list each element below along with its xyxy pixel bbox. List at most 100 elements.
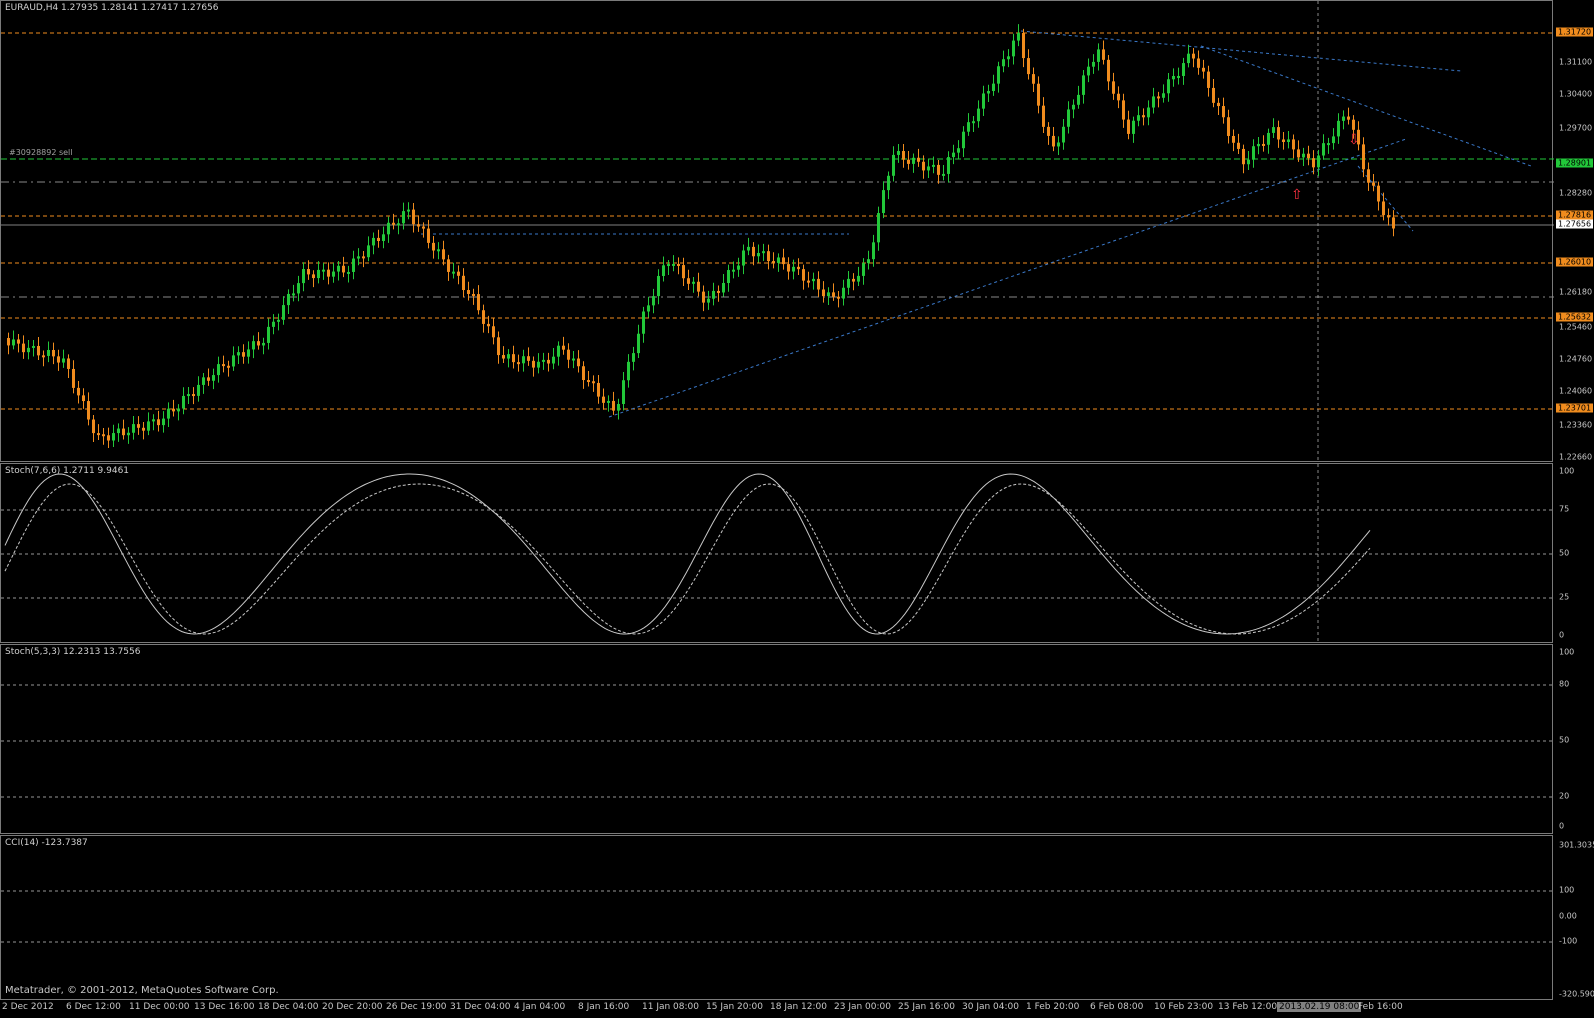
candle [647, 305, 650, 312]
time-tick: 25 Jan 16:00 [898, 1002, 955, 1012]
stoch1-pane[interactable]: Stoch(7,6,6) 1.2711 9.9461 [0, 463, 1554, 644]
candle [652, 296, 655, 306]
candle [292, 293, 295, 296]
candle [327, 269, 330, 277]
candle [1142, 115, 1145, 118]
candle [307, 269, 310, 275]
candle [72, 368, 75, 388]
chart-header: EURAUD,H4 1.27935 1.28141 1.27417 1.2765… [5, 3, 219, 13]
time-tick: 6 Feb 08:00 [1090, 1002, 1144, 1012]
candle [697, 281, 700, 292]
candle [612, 400, 615, 411]
candle [1167, 79, 1170, 94]
time-tick: 13 Dec 16:00 [194, 1002, 255, 1012]
candle [992, 83, 995, 92]
price-pane[interactable]: ⇧ ⇩ EURAUD,H4 1.27935 1.28141 1.27417 1.2… [0, 0, 1554, 463]
stoch2-pane[interactable]: Stoch(5,3,3) 12.2313 13.7556 [0, 644, 1554, 834]
candle [1352, 119, 1355, 130]
candle [912, 157, 915, 164]
candle [802, 269, 805, 281]
price-tick: 1.25460 [1559, 322, 1593, 332]
level-tag-current-price: 1.27656 [1556, 219, 1594, 229]
candle [592, 381, 595, 384]
stoch1-axis: 100 75 50 25 0 [1553, 463, 1594, 643]
candle [637, 333, 640, 354]
stoch2-tick: 20 [1559, 791, 1570, 801]
time-tick: 6 Dec 12:00 [66, 1002, 121, 1012]
candle [877, 213, 880, 243]
candle [182, 395, 185, 409]
candle [557, 345, 560, 357]
cci-tick: -320.590 [1559, 989, 1594, 999]
candle [1007, 56, 1010, 60]
candle [1117, 93, 1120, 101]
candle [762, 251, 765, 254]
candle [77, 387, 80, 396]
candle [202, 377, 205, 385]
candle [672, 263, 675, 266]
price-tick: 1.24760 [1559, 354, 1593, 364]
candle [642, 311, 645, 334]
stoch2-canvas [1, 684, 1554, 798]
candle [727, 270, 730, 283]
candle [1177, 75, 1180, 78]
candle [512, 354, 515, 363]
level-tag: 1.23701 [1556, 403, 1594, 413]
candle [927, 166, 930, 171]
candle [907, 159, 910, 164]
candle [947, 157, 950, 174]
candle [682, 265, 685, 279]
candle [517, 362, 520, 365]
price-axis[interactable]: 1.31100 1.30400 1.29700 1.28280 1.26180 … [1553, 0, 1594, 462]
candle [437, 249, 440, 252]
candle [1097, 49, 1100, 62]
candle [922, 161, 925, 171]
candle [572, 358, 575, 361]
candle [1052, 135, 1055, 147]
candle [267, 326, 270, 343]
candle [547, 359, 550, 364]
candle [1077, 94, 1080, 105]
candle [1162, 93, 1165, 98]
candle [372, 237, 375, 246]
candle [962, 131, 965, 149]
time-tick: 26 Dec 19:00 [386, 1002, 447, 1012]
price-tick: 1.26180 [1559, 287, 1593, 297]
candle [1207, 71, 1210, 88]
candle [367, 245, 370, 258]
candle [1302, 153, 1305, 158]
candle [972, 121, 975, 124]
candle [407, 209, 410, 212]
candle [337, 265, 340, 272]
candle [1342, 116, 1345, 121]
candle [527, 356, 530, 361]
candle [627, 361, 630, 381]
candle [457, 271, 460, 276]
candle [772, 261, 775, 264]
candle [397, 223, 400, 226]
candle [92, 419, 95, 434]
stoch2-tick: 100 [1559, 647, 1575, 657]
candle [197, 384, 200, 396]
level-tag: 1.27816 [1556, 210, 1594, 220]
stoch1-tick: 50 [1559, 548, 1570, 558]
candle [677, 263, 680, 266]
price-chart-canvas[interactable]: ⇧⇩ [1, 1, 1554, 463]
candle [382, 234, 385, 242]
candle [1312, 158, 1315, 168]
candle [262, 342, 265, 346]
candle [477, 294, 480, 311]
order-label[interactable]: #30928892 sell [9, 148, 73, 157]
candle [402, 211, 405, 224]
candle [852, 278, 855, 282]
time-tick: 30 Jan 04:00 [962, 1002, 1019, 1012]
candle [1197, 58, 1200, 68]
candle [467, 290, 470, 294]
candle [282, 305, 285, 320]
candle [722, 282, 725, 293]
cci-pane[interactable]: CCI(14) -123.7387 [0, 835, 1554, 1000]
candle [137, 424, 140, 428]
candle [897, 151, 900, 155]
candle [347, 271, 350, 274]
candle [132, 424, 135, 433]
